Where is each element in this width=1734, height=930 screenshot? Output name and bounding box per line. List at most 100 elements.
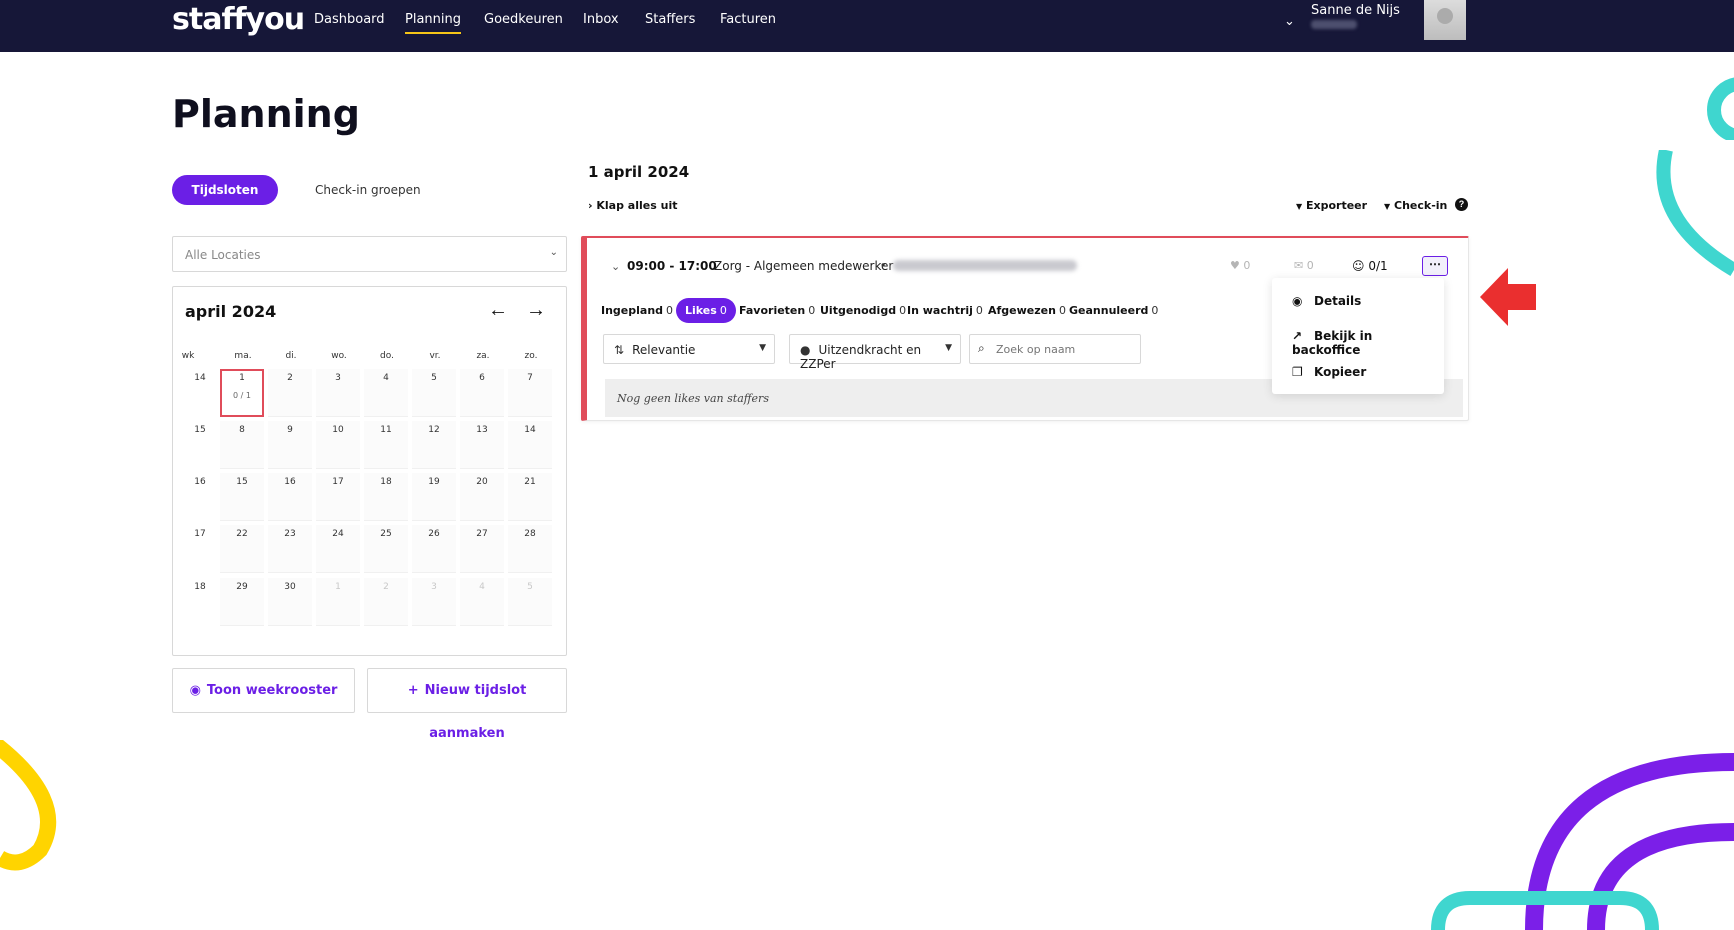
tab-tijdsloten[interactable]: Tijdsloten <box>172 175 278 205</box>
calendar-day-other-month[interactable]: 3 <box>412 578 456 626</box>
messages-count: 0 <box>1306 259 1314 272</box>
tab-geannuleerd[interactable]: Geannuleerd 0 <box>1069 304 1158 317</box>
calendar-day-other-month[interactable]: 1 <box>316 578 360 626</box>
calendar-day[interactable]: 7 <box>508 369 552 417</box>
staffer-type-select[interactable]: ● Uitzendkracht en ZZPer ▼ <box>789 334 961 371</box>
calendar-day-other-month[interactable]: 4 <box>460 578 504 626</box>
chevron-down-icon[interactable]: ⌄ <box>611 260 620 273</box>
tab-uitgenodigd[interactable]: Uitgenodigd 0 <box>820 304 906 317</box>
calendar-header-ma: ma. <box>234 351 252 361</box>
checkin-label: Check-in <box>1394 199 1448 212</box>
menu-item-copy[interactable]: ❐ Kopieer <box>1292 365 1366 379</box>
sort-select[interactable]: ⇅ Relevantie ▼ <box>603 334 775 364</box>
tab-in-wachtrij[interactable]: In wachtrij 0 <box>907 304 983 317</box>
decorative-teal-ring <box>1707 77 1734 140</box>
export-dropdown[interactable]: ▼ Exporteer <box>1296 199 1367 212</box>
nav-staffers[interactable]: Staffers <box>645 12 695 27</box>
calendar-day[interactable]: 9 <box>268 421 312 469</box>
search-name-input[interactable] <box>969 334 1141 364</box>
help-icon[interactable]: ? <box>1455 198 1468 211</box>
calendar-day[interactable]: 6 <box>460 369 504 417</box>
calendar-day[interactable]: 4 <box>364 369 408 417</box>
user-name[interactable]: Sanne de Nijs <box>1311 3 1400 18</box>
calendar-day-selected[interactable]: 1 0 / 1 <box>220 369 264 417</box>
tab-favorieten[interactable]: Favorieten 0 <box>739 304 815 317</box>
calendar-day[interactable]: 17 <box>316 473 360 521</box>
nav-facturen[interactable]: Facturen <box>720 12 776 27</box>
calendar-day[interactable]: 30 <box>268 578 312 626</box>
calendar-day-other-month[interactable]: 5 <box>508 578 552 626</box>
calendar-day[interactable]: 3 <box>316 369 360 417</box>
calendar-day[interactable]: 26 <box>412 525 456 573</box>
export-label: Exporteer <box>1306 199 1368 212</box>
menu-item-details[interactable]: ◉ Details <box>1292 294 1361 308</box>
tab-ingepland[interactable]: Ingepland 0 <box>601 304 673 317</box>
tab-likes[interactable]: Likes 0 <box>676 298 736 323</box>
users-icon: ☺ <box>1352 259 1365 273</box>
avatar[interactable] <box>1424 0 1466 40</box>
calendar-day[interactable]: 5 <box>412 369 456 417</box>
calendar-day[interactable]: 22 <box>220 525 264 573</box>
day-slot-count: 0 / 1 <box>233 391 251 400</box>
arrow-right-icon[interactable]: → <box>526 299 546 322</box>
calendar-day[interactable]: 12 <box>412 421 456 469</box>
slot-options-menu: ◉ Details ↗ Bekijk in backoffice ❐ Kopieer <box>1272 278 1444 394</box>
menu-item-backoffice[interactable]: ↗ Bekijk in backoffice <box>1292 329 1444 357</box>
likes-stat: ♥ 0 <box>1230 259 1250 272</box>
tab-afgewezen[interactable]: Afgewezen 0 <box>988 304 1066 317</box>
calendar-day[interactable]: 25 <box>364 525 408 573</box>
calendar-day[interactable]: 19 <box>412 473 456 521</box>
envelope-icon: ✉ <box>1294 259 1304 272</box>
calendar-day[interactable]: 2 <box>268 369 312 417</box>
calendar-day[interactable]: 23 <box>268 525 312 573</box>
tab-label: Afgewezen <box>988 304 1056 317</box>
calendar-day[interactable]: 11 <box>364 421 408 469</box>
calendar-day[interactable]: 27 <box>460 525 504 573</box>
calendar-day[interactable]: 16 <box>268 473 312 521</box>
nav-planning[interactable]: Planning <box>405 12 461 34</box>
chevron-down-icon: ▼ <box>945 343 952 353</box>
tab-label: In wachtrij <box>907 304 973 317</box>
calendar-day[interactable]: 10 <box>316 421 360 469</box>
show-week-schedule-button[interactable]: ◉ Toon weekrooster <box>172 668 355 713</box>
menu-item-label: Details <box>1314 294 1362 308</box>
checkin-dropdown[interactable]: ▼ Check-in <box>1384 199 1447 212</box>
calendar-day[interactable]: 13 <box>460 421 504 469</box>
collapse-all-link[interactable]: › Klap alles uit <box>588 199 677 212</box>
new-timeslot-button[interactable]: + Nieuw tijdslot aanmaken <box>367 668 567 741</box>
arrow-left-icon[interactable]: ← <box>488 299 508 322</box>
calendar-day[interactable]: 20 <box>460 473 504 521</box>
sort-select-value: Relevantie <box>632 343 696 357</box>
calendar-day[interactable]: 18 <box>364 473 408 521</box>
tab-count: 0 <box>899 304 907 317</box>
calendar-day[interactable]: 14 <box>508 421 552 469</box>
brand-logo[interactable]: staffyou <box>172 2 305 37</box>
user-icon: ● <box>800 343 811 357</box>
sort-icon: ⇅ <box>614 343 625 357</box>
separator-dot: • <box>881 258 886 272</box>
chevron-down-icon[interactable]: ⌄ <box>1284 13 1295 29</box>
calendar-header-wo: wo. <box>331 351 347 361</box>
chevron-down-icon: ⌄ <box>549 247 558 258</box>
calendar-day[interactable]: 21 <box>508 473 552 521</box>
calendar-day[interactable]: 15 <box>220 473 264 521</box>
more-options-button[interactable]: ⋯ <box>1422 256 1448 276</box>
user-subtitle-blurred <box>1311 20 1357 29</box>
calendar-day[interactable]: 24 <box>316 525 360 573</box>
calendar-header-vr: vr. <box>429 351 441 361</box>
calendar-day-other-month[interactable]: 2 <box>364 578 408 626</box>
decorative-teal-arc <box>1656 150 1734 277</box>
tab-checkin-groepen[interactable]: Check-in groepen <box>315 183 421 197</box>
calendar-day[interactable]: 28 <box>508 525 552 573</box>
selected-date-title: 1 april 2024 <box>588 163 690 181</box>
tab-count: 0 <box>719 304 727 317</box>
collapse-all-label: Klap alles uit <box>596 199 678 212</box>
nav-goedkeuren[interactable]: Goedkeuren <box>484 12 563 27</box>
calendar-month-label: april 2024 <box>185 302 277 321</box>
calendar-day[interactable]: 29 <box>220 578 264 626</box>
nav-inbox[interactable]: Inbox <box>583 12 619 27</box>
nav-dashboard[interactable]: Dashboard <box>314 12 385 27</box>
location-select[interactable]: Alle Locaties ⌄ <box>172 236 567 272</box>
calendar-header-zo: zo. <box>524 351 538 361</box>
calendar-day[interactable]: 8 <box>220 421 264 469</box>
